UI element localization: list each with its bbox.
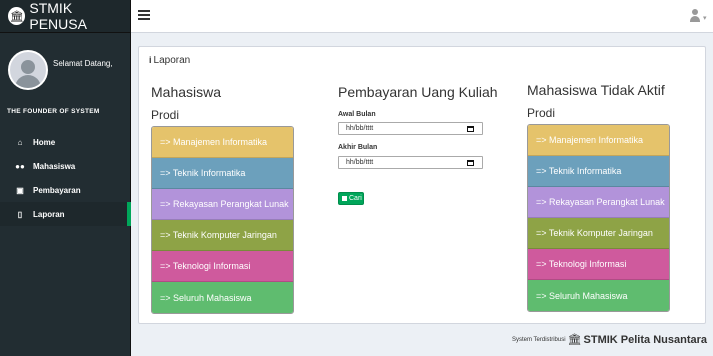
list-item[interactable]: => Teknik Informatika <box>152 158 293 189</box>
sidebar-item-label: Laporan <box>33 209 65 219</box>
list-item[interactable]: => Teknik Komputer Jaringan <box>528 218 669 249</box>
awal-bulan-value: hh/bb/tttt <box>346 125 374 132</box>
institution-icon: 🏛 <box>8 7 26 25</box>
list-item[interactable]: => Teknologi Informasi <box>152 251 293 282</box>
book-icon: ▯ <box>17 209 23 219</box>
list-item[interactable]: => Manajemen Informatika <box>152 127 293 158</box>
tidak-aktif-title: Mahasiswa Tidak Aktif <box>527 82 665 98</box>
menu-toggle-icon[interactable] <box>138 10 150 22</box>
info-icon: i <box>149 55 152 65</box>
cari-button[interactable]: Cari <box>338 192 364 205</box>
sidebar-item-laporan[interactable]: ▯ Laporan <box>0 202 131 226</box>
institution-icon: 🏛 <box>567 334 582 346</box>
top-navbar: ▾ <box>131 0 713 33</box>
list-item[interactable]: => Teknologi Informasi <box>528 249 669 280</box>
footer-prefix: System Terdistribusi <box>511 336 566 343</box>
cari-button-label: Cari <box>349 195 362 202</box>
list-item[interactable]: => Manajemen Informatika <box>528 125 669 156</box>
box-title: i Laporan <box>149 55 190 66</box>
report-box: i Laporan Mahasiswa Prodi => Manajemen In… <box>138 46 706 324</box>
sidebar-menu: ⌂ Home ●● Mahasiswa ▣ Pembayaran ▯ Lapor… <box>0 130 131 226</box>
sidebar-item-label: Pembayaran <box>33 185 81 195</box>
mahasiswa-title: Mahasiswa <box>151 84 222 100</box>
box-title-text: Laporan <box>153 55 191 66</box>
tidak-aktif-prodi-list: => Manajemen Informatika => Teknik Infor… <box>527 124 670 312</box>
sidebar-item-home[interactable]: ⌂ Home <box>0 130 131 154</box>
welcome-text: Selamat Datang, <box>53 59 113 68</box>
footer: System Terdistribusi 🏛 STMIK Pelita Nusa… <box>511 333 707 347</box>
sidebar: 🏛 STMIK PENUSA Selamat Datang, THE FOUND… <box>0 0 131 356</box>
sidebar-item-mahasiswa[interactable]: ●● Mahasiswa <box>0 154 131 178</box>
money-icon: ▣ <box>16 185 24 195</box>
list-item[interactable]: => Rekayasan Perangkat Lunak <box>152 189 293 220</box>
list-item[interactable]: => Seluruh Mahasiswa <box>152 282 293 313</box>
akhir-bulan-value: hh/bb/tttt <box>346 159 374 166</box>
list-item[interactable]: => Teknik Komputer Jaringan <box>152 220 293 251</box>
users-icon: ●● <box>15 161 25 171</box>
footer-name: STMIK Pelita Nusantara <box>583 333 707 346</box>
home-icon: ⌂ <box>17 137 23 147</box>
calendar-icon[interactable] <box>467 126 474 132</box>
user-menu-icon[interactable]: ▾ <box>689 8 707 24</box>
list-item[interactable]: => Teknik Informatika <box>528 156 669 187</box>
avatar <box>8 50 48 90</box>
mahasiswa-prodi-list: => Manajemen Informatika => Teknik Infor… <box>151 126 294 314</box>
awal-bulan-label: Awal Bulan <box>338 111 376 118</box>
pembayaran-title: Pembayaran Uang Kuliah <box>338 84 498 100</box>
sidebar-item-label: Mahasiswa <box>33 161 76 171</box>
calendar-icon[interactable] <box>467 160 474 166</box>
plus-icon <box>342 196 347 201</box>
founder-tagline: THE FOUNDER OF SYSTEM <box>7 108 100 115</box>
mahasiswa-prodi-label: Prodi <box>151 108 180 122</box>
brand-title: STMIK PENUSA <box>29 0 87 32</box>
list-item[interactable]: => Rekayasan Perangkat Lunak <box>528 187 669 218</box>
sidebar-item-label: Home <box>33 137 56 147</box>
brand[interactable]: 🏛 STMIK PENUSA <box>0 0 130 33</box>
akhir-bulan-input[interactable]: hh/bb/tttt <box>338 156 483 169</box>
tidak-aktif-prodi-label: Prodi <box>527 106 556 120</box>
akhir-bulan-label: Akhir Bulan <box>338 144 378 151</box>
sidebar-item-pembayaran[interactable]: ▣ Pembayaran <box>0 178 131 202</box>
awal-bulan-input[interactable]: hh/bb/tttt <box>338 122 483 135</box>
list-item[interactable]: => Seluruh Mahasiswa <box>528 280 669 311</box>
